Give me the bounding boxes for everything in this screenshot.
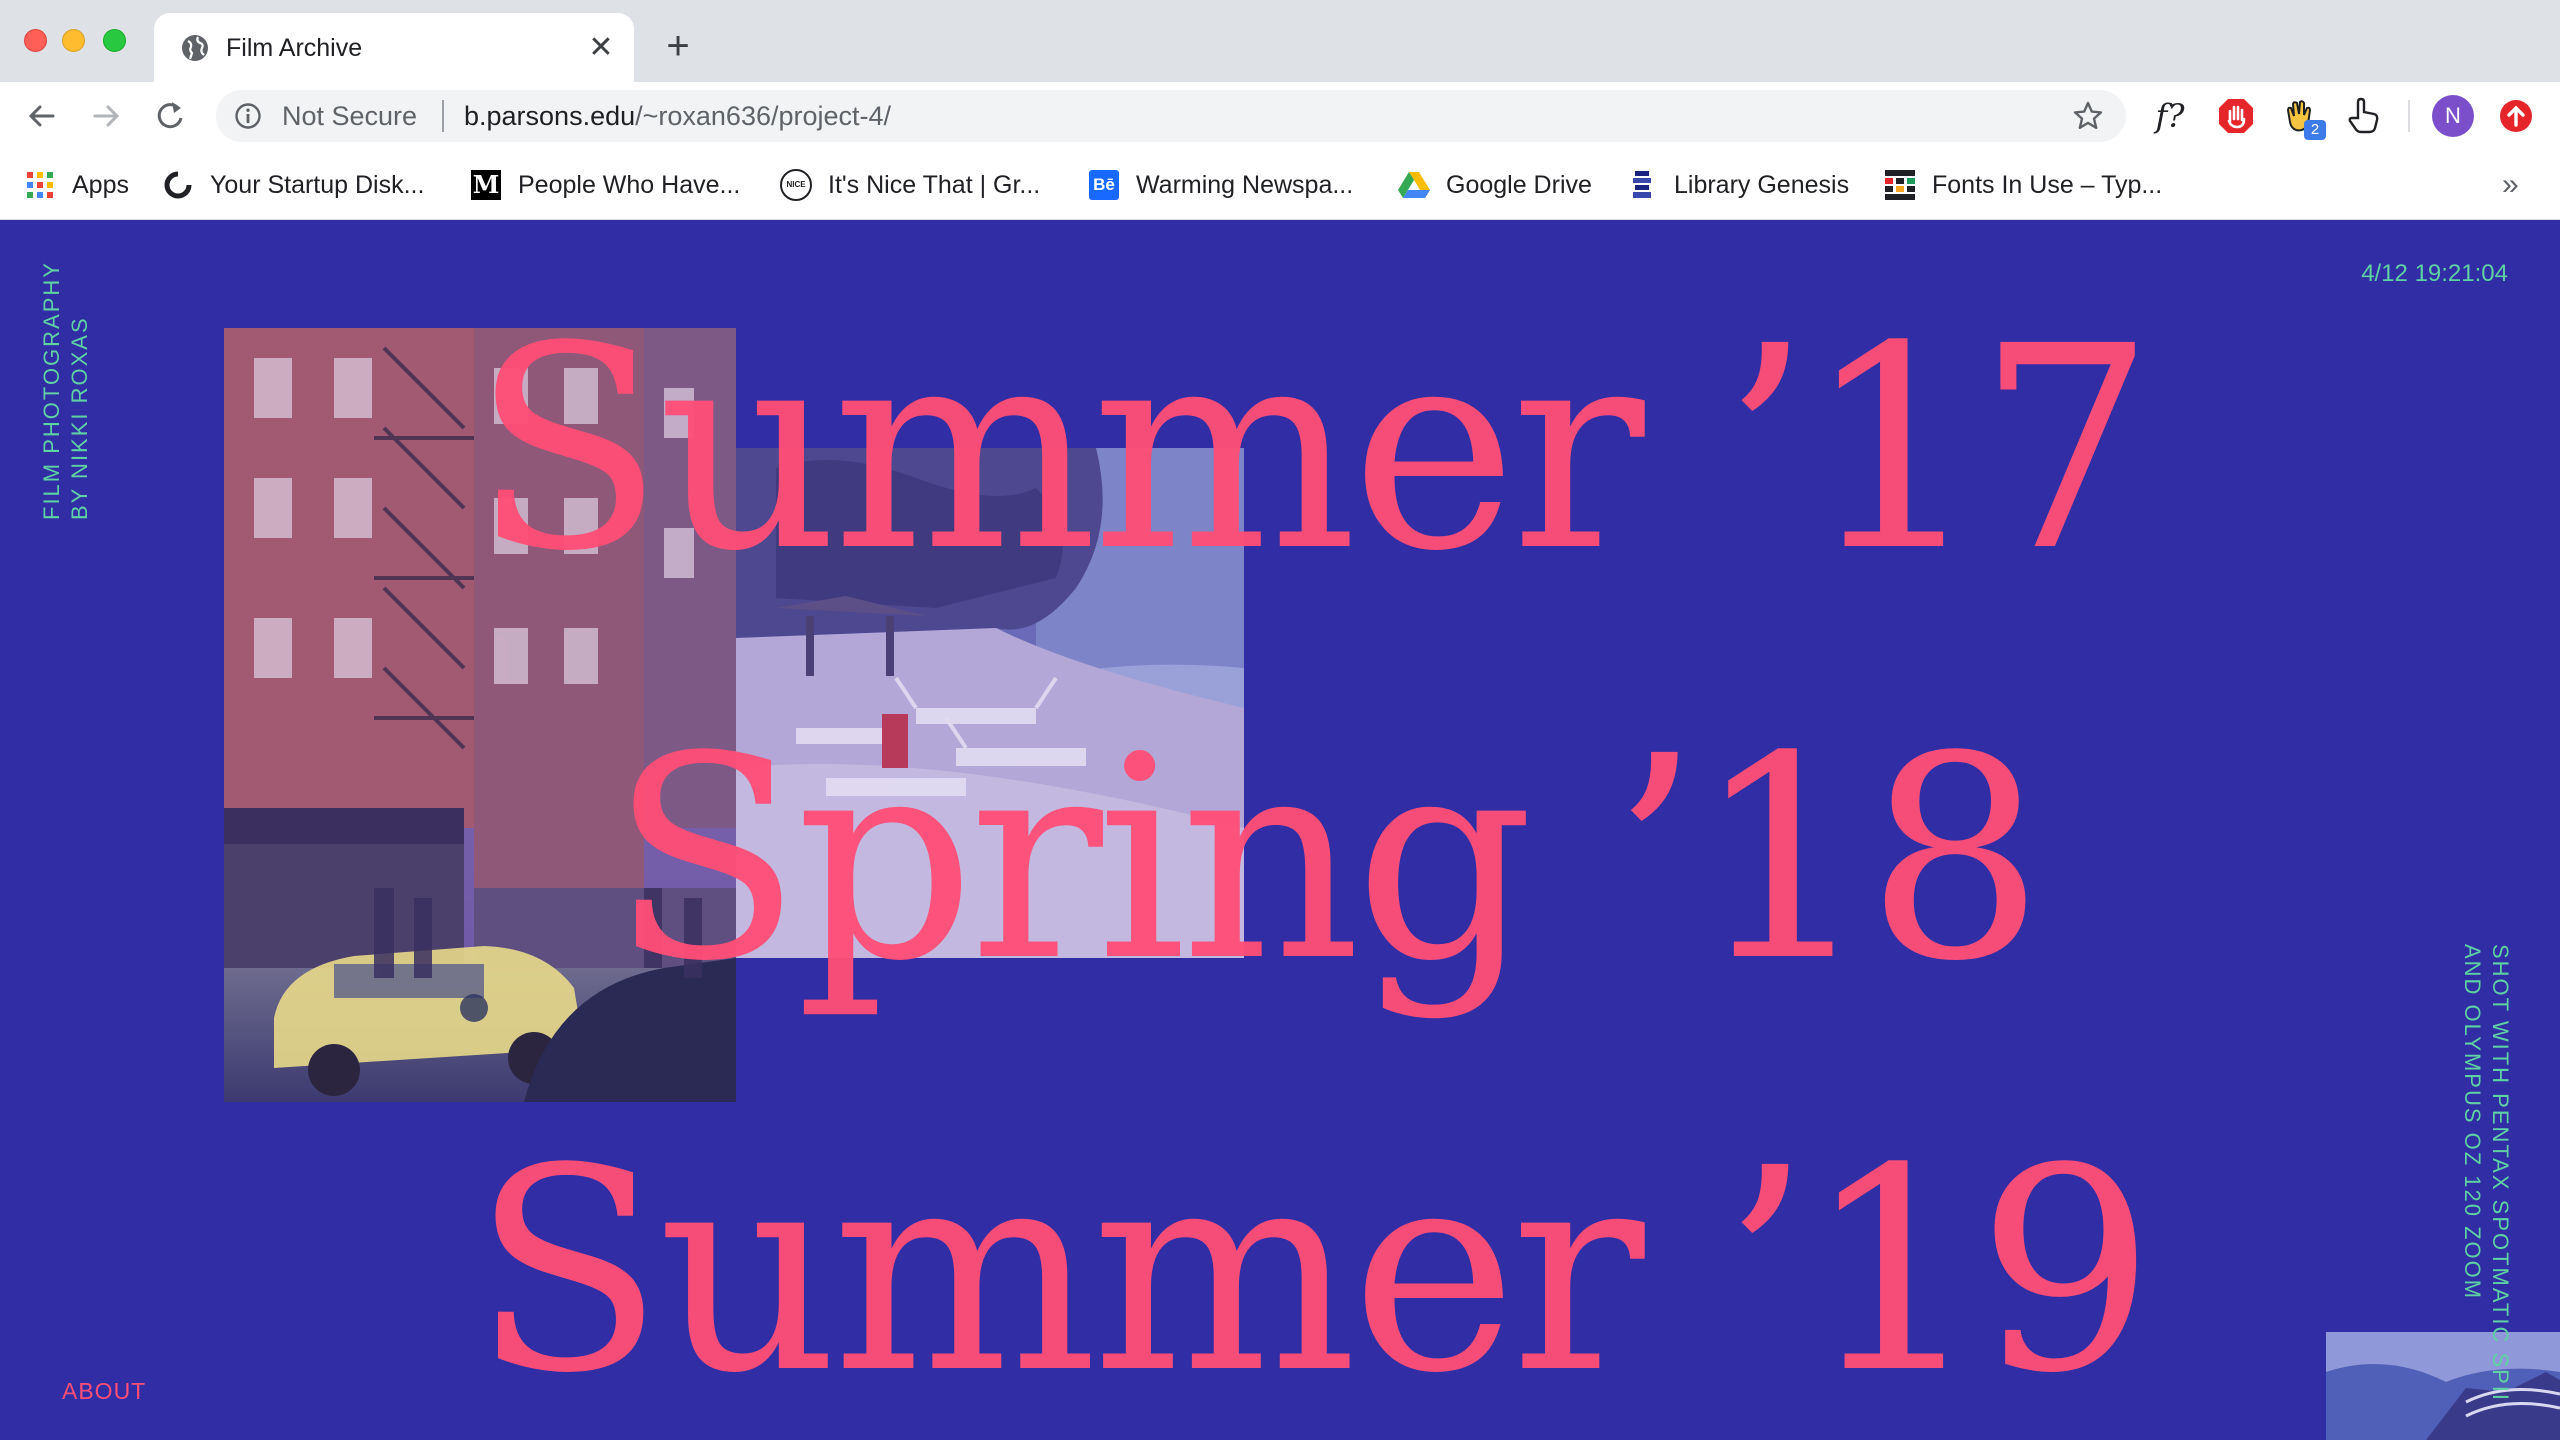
bookmark-fonts-in-use[interactable]: Fonts In Use – Typ... [1884,166,2162,204]
behance-glyph: Bē [1089,170,1119,200]
tab-film-archive[interactable]: Film Archive ✕ [154,13,634,82]
bookmark-warming-newspaper[interactable]: Bē Warming Newspa... [1088,166,1353,204]
address-bar[interactable]: Not Secure b.parsons.edu/~roxan636/proje… [216,90,2126,142]
bookmark-label: It's Nice That | Gr... [828,170,1041,199]
bookmarks-overflow-button[interactable]: » [2502,166,2519,204]
tab-title: Film Archive [226,34,363,62]
about-link[interactable]: ABOUT [62,1378,146,1405]
globe-icon [182,35,208,61]
stop-hand-icon [2219,99,2253,133]
bookmark-apps[interactable]: Apps [24,166,129,204]
bookmark-people-who-have[interactable]: M People Who Have... [470,166,740,204]
bookmark-label: Library Genesis [1674,170,1850,199]
season-link-summer-19[interactable]: Summer ’19 [472,1132,2155,1412]
camera-credit-line2: AND OLYMPUS OZ 120 ZOOM [2460,944,2485,1301]
update-icon[interactable] [2496,96,2536,136]
tab-strip: Film Archive ✕ + [0,0,2560,82]
browser-toolbar: Not Secure b.parsons.edu/~roxan636/proje… [0,82,2560,150]
nice-that-icon: NICE [780,169,812,201]
corner-photo [2326,1332,2560,1440]
info-icon[interactable] [234,102,262,130]
cursor-hand-icon [2348,97,2379,134]
back-button[interactable] [20,94,64,138]
bookmark-label: Your Startup Disk... [210,170,425,199]
close-window-button[interactable] [24,29,47,52]
bookmark-label: Google Drive [1446,170,1592,199]
camera-credit-line1: SHOT WITH PENTAX SPOTMATIC SPII [2488,944,2513,1403]
apps-grid-icon [24,169,56,201]
bookmark-star-icon[interactable] [2072,100,2104,132]
bookmark-its-nice-that[interactable]: NICE It's Nice That | Gr... [780,166,1040,204]
google-drive-icon [1398,169,1430,201]
arrow-up-circle-icon [2500,100,2532,132]
whatfont-glyph: f? [2155,97,2185,135]
bookmark-label: Fonts In Use – Typ... [1932,170,2163,199]
behance-icon: Bē [1088,169,1120,201]
arrow-right-icon [93,105,120,127]
url-path: /~roxan636/project-4/ [635,101,892,131]
url-text[interactable]: b.parsons.edu/~roxan636/project-4/ [464,102,891,130]
new-tab-button[interactable]: + [656,26,700,70]
forward-button[interactable] [84,94,128,138]
minimize-window-button[interactable] [62,29,85,52]
address-divider [442,100,444,132]
loader-icon [162,169,194,201]
bookmark-label: Warming Newspa... [1136,170,1354,199]
medium-icon: M [470,169,502,201]
honey-hand-icon[interactable]: 2 [2280,96,2326,140]
maximize-window-button[interactable] [103,29,126,52]
url-host: b.parsons.edu [464,101,636,131]
bookmark-startup-disk[interactable]: Your Startup Disk... [162,166,424,204]
bookmarks-bar: Apps Your Startup Disk... M People Who H… [0,150,2560,220]
bookmark-label: People Who Have... [518,170,741,199]
reload-icon [157,102,183,129]
timestamp: 4/12 19:21:04 [2361,260,2508,287]
bookmark-google-drive[interactable]: Google Drive [1398,166,1592,204]
site-credit-line1: FILM PHOTOGRAPHY [39,261,64,520]
site-credit-line2: BY NIKKI ROXAS [67,316,92,520]
close-tab-icon[interactable]: ✕ [584,31,618,65]
camera-credit: SHOT WITH PENTAX SPOTMATIC SPII AND OLYM… [2458,944,2514,1440]
toolbar-divider [2408,100,2410,132]
nice-that-glyph: NICE [780,169,812,201]
film-archive-page: FILM PHOTOGRAPHY BY NIKKI ROXAS 4/12 19:… [0,220,2560,1440]
season-link-spring-18[interactable]: Spring ’18 [610,720,2044,1000]
arrow-left-icon [28,105,55,127]
bookmark-library-genesis[interactable]: Library Genesis [1626,166,1849,204]
extension-badge: 2 [2304,120,2326,140]
medium-glyph: M [471,170,501,200]
profile-avatar[interactable]: N [2432,95,2474,137]
library-genesis-icon [1626,169,1658,201]
fonts-in-use-icon [1884,169,1916,201]
season-link-summer-17[interactable]: Summer ’17 [472,310,2155,590]
site-credit: FILM PHOTOGRAPHY BY NIKKI ROXAS [38,240,94,520]
bookmark-label: Apps [72,170,129,199]
reload-button[interactable] [148,94,192,138]
security-label: Not Secure [282,101,418,131]
adblock-icon[interactable] [2216,96,2256,136]
whatfont-icon[interactable]: f? [2150,96,2190,136]
pointer-hand-icon[interactable] [2344,96,2384,136]
